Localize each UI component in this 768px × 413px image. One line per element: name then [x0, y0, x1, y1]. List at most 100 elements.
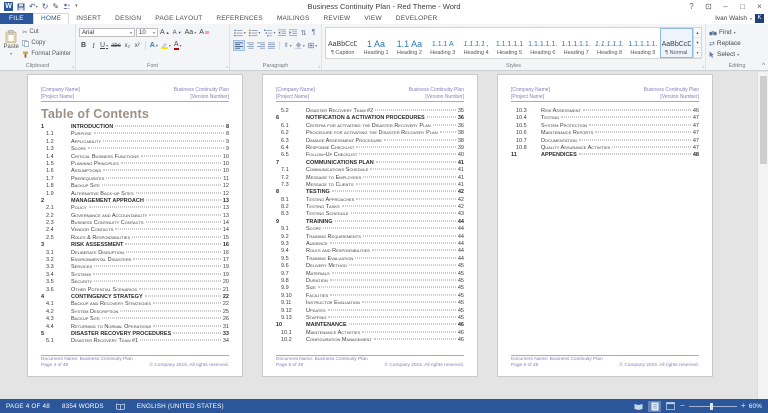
toc-entry[interactable]: 1.8Backup Site12 [41, 183, 229, 190]
toc-entry[interactable]: 9.5Training Evaluation44 [276, 256, 464, 263]
status-page-count[interactable]: PAGE 4 OF 48 [0, 403, 56, 410]
save-icon[interactable] [17, 3, 25, 11]
shrink-font-button[interactable]: A▼ [172, 27, 183, 38]
gallery-scroll-up-icon[interactable]: ▲ [694, 28, 701, 38]
toc-entry[interactable]: 1.2Applicability9 [41, 139, 229, 146]
toc-entry[interactable]: 10.8Quality Assurance Activities47 [511, 145, 699, 152]
tab-home[interactable]: HOME [33, 13, 69, 24]
styles-dialog-launcher-icon[interactable]: ⌟ [702, 64, 704, 69]
customize-quick-access-icon[interactable]: ▾ [75, 1, 78, 12]
toc-entry[interactable]: 9.10Facilities45 [276, 293, 464, 300]
toc-entry[interactable]: 4.1Backup and Recovery Strategies22 [41, 301, 229, 308]
toc-entry[interactable]: 4.3Backup Site26 [41, 316, 229, 323]
font-size-caret-icon[interactable]: ▾ [153, 30, 155, 35]
toc-entry[interactable]: 10.3Risk Assessment46 [511, 108, 699, 115]
change-case-button[interactable]: Aa▾ [184, 27, 198, 38]
style-item-heading-4[interactable]: 1.1.1.1 ,Heading 4 [459, 28, 492, 58]
highlight-caret-icon[interactable]: ▾ [169, 43, 171, 48]
toc-entry[interactable]: 9.6Delivery Method45 [276, 263, 464, 270]
text-effects-caret-icon[interactable]: ▾ [156, 43, 158, 48]
help-icon[interactable]: ? [683, 0, 700, 13]
toc-entry[interactable]: 9.4Roles and Responsibilities44 [276, 248, 464, 255]
numbering-button[interactable]: ▾ [248, 27, 262, 38]
select-button[interactable]: Select ▾ [709, 49, 765, 60]
font-color-button[interactable]: A▾ [173, 40, 183, 51]
toc-entry[interactable]: 10.6Maintenance Reports47 [511, 130, 699, 137]
justify-button[interactable] [267, 40, 277, 51]
pen-icon[interactable]: ✎ [52, 1, 59, 12]
toc-entry[interactable]: 1.7Prerequisites11 [41, 176, 229, 183]
sort-button[interactable]: ⇅ [299, 27, 308, 38]
toc-entry[interactable]: 8.2Testing Tasks42 [276, 204, 464, 211]
format-painter-button[interactable]: Format Painter [21, 49, 72, 59]
tab-references[interactable]: REFERENCES [209, 13, 269, 24]
strikethrough-button[interactable]: abc [110, 40, 122, 51]
scrollbar-thumb[interactable] [760, 76, 767, 164]
minimize-icon[interactable]: – [717, 0, 734, 13]
toc-entry[interactable]: 9.7Materials45 [276, 271, 464, 278]
toc-entry[interactable]: 4.2System Description25 [41, 309, 229, 316]
account-area[interactable]: Ivan Walsh ▾ K [715, 13, 768, 24]
undo-dropdown-caret[interactable]: ▾ [36, 1, 38, 12]
read-mode-button[interactable] [632, 401, 645, 412]
toc-entry[interactable]: 2.1Policy13 [41, 205, 229, 212]
font-dialog-launcher-icon[interactable]: ⌟ [226, 64, 228, 69]
gallery-more-icon[interactable]: ▾ [694, 48, 701, 58]
redo-icon[interactable]: ↻ [42, 1, 49, 12]
text-effects-button[interactable]: A▾ [149, 40, 159, 51]
zoom-in-icon[interactable]: + [741, 401, 746, 411]
toc-entry[interactable]: 5.2Disaster Recovery Team #235 [276, 108, 464, 115]
tab-mailings[interactable]: MAILINGS [270, 13, 317, 24]
find-button[interactable]: Find ▾ [709, 27, 765, 38]
toc-entry[interactable]: 7.3Message to Clients41 [276, 182, 464, 189]
toc-entry[interactable]: 10.5System Protection47 [511, 123, 699, 130]
italic-button[interactable]: I [89, 40, 98, 51]
underline-button[interactable]: U▾ [99, 40, 109, 51]
align-left-button[interactable] [233, 40, 245, 51]
toc-entry[interactable]: 6.1Criteria for activating the Disaster … [276, 123, 464, 130]
toc-entry[interactable]: 1.3Scope9 [41, 146, 229, 153]
zoom-slider-thumb[interactable] [710, 403, 713, 410]
toc-entry[interactable]: 1.6Assumptions10 [41, 168, 229, 175]
account-name[interactable]: Ivan Walsh [715, 15, 747, 22]
bold-button[interactable]: B [79, 40, 88, 51]
toc-entry[interactable]: 11Appendices48 [511, 152, 699, 159]
avatar[interactable]: K [755, 14, 764, 23]
font-color-caret-icon[interactable]: ▾ [180, 43, 182, 48]
increase-indent-button[interactable] [288, 27, 298, 38]
toc-entry[interactable]: 1Introduction8 [41, 124, 229, 131]
document-page-5[interactable]: [Company Name] [Project Name] Business C… [262, 74, 478, 377]
document-page-4[interactable]: [Company Name] [Project Name] Business C… [27, 74, 243, 377]
shading-button[interactable]: ▾ [294, 40, 306, 51]
toc-entry[interactable]: 6.4Response Checklist39 [276, 145, 464, 152]
find-caret-icon[interactable]: ▾ [734, 30, 736, 35]
style-item-heading-3[interactable]: 1.1.1 AHeading 3 [426, 28, 459, 58]
toc-entry[interactable]: 1.9Alternative Back-up Sites12 [41, 191, 229, 198]
ribbon-display-options-icon[interactable]: ⊡ [700, 0, 717, 13]
multilevel-caret-icon[interactable]: ▾ [273, 30, 275, 35]
line-spacing-caret-icon[interactable]: ▾ [290, 43, 292, 48]
document-page-6[interactable]: [Company Name] [Project Name] Business C… [497, 74, 713, 377]
superscript-button[interactable]: x² [133, 40, 142, 51]
account-dropdown-caret[interactable]: ▾ [750, 16, 752, 21]
toc-entry[interactable]: 3Risk Assessment16 [41, 242, 229, 249]
replace-button[interactable]: ⇄ Replace [709, 38, 765, 49]
toc-entry[interactable]: 2.3Business Continuity Contacts14 [41, 220, 229, 227]
style-item-normal[interactable]: AaBbCcDc¶ Normal [660, 28, 693, 58]
toc-entry[interactable]: 10.1Maintenance Activities46 [276, 330, 464, 337]
multilevel-list-button[interactable]: ▾ [263, 27, 277, 38]
toc-entry[interactable]: 1.5Planning Principles10 [41, 161, 229, 168]
vertical-scrollbar[interactable] [757, 72, 768, 399]
close-icon[interactable]: × [751, 0, 768, 13]
toc-entry[interactable]: 7.2Message to Employees41 [276, 175, 464, 182]
clear-formatting-button[interactable]: A [198, 27, 210, 38]
paste-dropdown-caret[interactable]: ▾ [10, 51, 12, 56]
toc-entry[interactable]: 8.3Testing Schedule43 [276, 211, 464, 218]
toc-entry[interactable]: 9.8Duration45 [276, 278, 464, 285]
toc-entry[interactable]: 9Training44 [276, 219, 464, 226]
zoom-level[interactable]: 60% [749, 403, 762, 410]
toc-entry[interactable]: 3.2Environmental Disasters17 [41, 257, 229, 264]
toc-entry[interactable]: 6.2Procedure for activating the Disaster… [276, 130, 464, 137]
status-language[interactable]: ENGLISH (UNITED STATES) [131, 403, 230, 410]
select-caret-icon[interactable]: ▾ [737, 52, 739, 57]
